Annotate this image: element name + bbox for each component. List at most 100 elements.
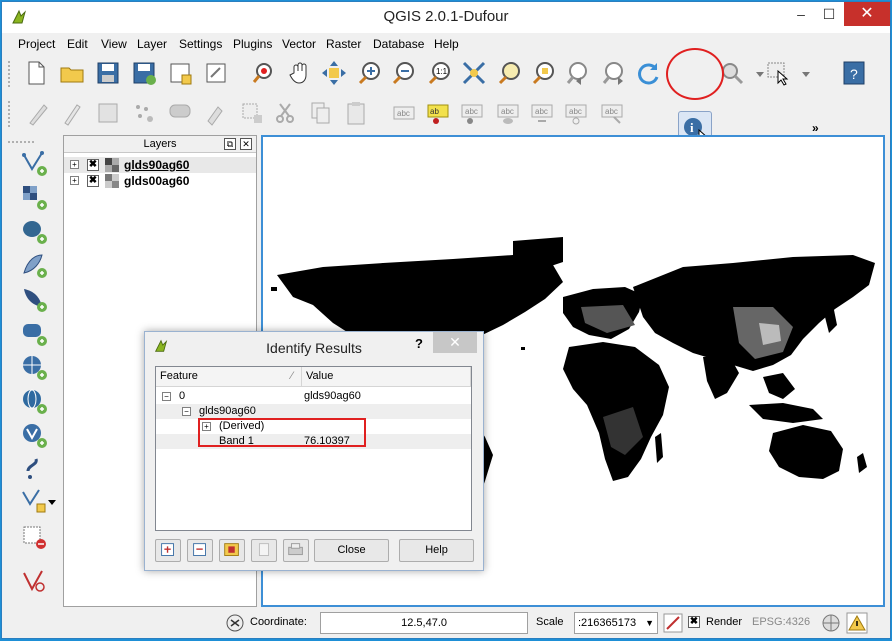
- current-edits-icon[interactable]: [24, 99, 52, 127]
- new-layer-dropdown-icon[interactable]: [46, 491, 58, 519]
- maximize-button[interactable]: ☐: [814, 2, 844, 26]
- copy-features-dialog-icon[interactable]: [251, 539, 277, 562]
- tree-collapse-icon[interactable]: −: [182, 407, 191, 416]
- zoom-out-icon[interactable]: [390, 59, 418, 87]
- messages-icon[interactable]: [224, 612, 246, 634]
- layer-expand-icon[interactable]: +: [70, 176, 79, 185]
- render-toggle[interactable]: ✖ Render: [688, 612, 746, 634]
- show-hide-labels-icon[interactable]: abc: [494, 99, 522, 127]
- label-tool-icon[interactable]: abc: [390, 99, 418, 127]
- zoom-native-icon[interactable]: 1:1: [426, 59, 454, 87]
- new-shapefile-layer-icon[interactable]: [20, 487, 48, 515]
- change-label-icon[interactable]: abc: [598, 99, 626, 127]
- dialog-help-icon[interactable]: ?: [415, 336, 423, 351]
- add-vector-layer-icon[interactable]: [20, 149, 48, 177]
- measure-dropdown-icon[interactable]: [746, 59, 764, 87]
- left-toolbar-grip[interactable]: [8, 141, 34, 145]
- refresh-icon[interactable]: [634, 59, 662, 87]
- close-dialog-button[interactable]: Close: [314, 539, 389, 562]
- pin-labels-icon[interactable]: ab: [424, 99, 452, 127]
- menu-layer[interactable]: Layer: [137, 37, 167, 51]
- zoom-full-icon[interactable]: [460, 59, 488, 87]
- render-checkbox[interactable]: ✖: [688, 616, 700, 628]
- add-feature-icon[interactable]: [130, 99, 158, 127]
- save-project-icon[interactable]: [94, 59, 122, 87]
- crs-status[interactable]: EPSG:4326: [752, 612, 810, 634]
- toggle-editing-icon[interactable]: [58, 99, 86, 127]
- menu-plugins[interactable]: Plugins: [233, 37, 272, 51]
- menu-raster[interactable]: Raster: [326, 37, 361, 51]
- panel-float-icon[interactable]: ⧉: [224, 138, 236, 150]
- projection-globe-icon[interactable]: [820, 612, 842, 634]
- toolbar-grip-2[interactable]: [8, 101, 12, 127]
- layer-visibility-checkbox[interactable]: ✖: [87, 175, 99, 187]
- zoom-next-icon[interactable]: [600, 59, 628, 87]
- paste-features-icon[interactable]: [342, 99, 370, 127]
- add-wms-layer-icon[interactable]: [20, 353, 48, 381]
- menu-settings[interactable]: Settings: [179, 37, 222, 51]
- move-label-icon[interactable]: abc: [528, 99, 556, 127]
- feature-column-header[interactable]: Feature ⁄: [156, 367, 302, 387]
- add-wcs-layer-icon[interactable]: [20, 387, 48, 415]
- add-mssql-layer-icon[interactable]: [20, 285, 48, 313]
- help-dialog-button[interactable]: Help: [399, 539, 474, 562]
- open-project-icon[interactable]: [58, 59, 86, 87]
- tree-row[interactable]: − 0 glds90ag60: [156, 389, 471, 404]
- zoom-to-selection-icon[interactable]: [530, 59, 558, 87]
- dialog-close-icon[interactable]: ✕: [433, 332, 477, 353]
- print-icon[interactable]: [283, 539, 309, 562]
- zoom-to-layer-icon[interactable]: [496, 59, 524, 87]
- whats-this-help-icon[interactable]: ?: [840, 59, 868, 87]
- pan-hand-icon[interactable]: [286, 59, 314, 87]
- pan-map-to-selection-icon[interactable]: [250, 59, 278, 87]
- collapse-all-icon[interactable]: [187, 539, 213, 562]
- menu-view[interactable]: View: [101, 37, 127, 51]
- add-spatialite-layer-icon[interactable]: [20, 251, 48, 279]
- scale-combobox[interactable]: :216365173 ▼: [574, 612, 658, 634]
- copy-features-icon[interactable]: [306, 99, 334, 127]
- save-as-icon[interactable]: [130, 59, 158, 87]
- identify-results-tree[interactable]: Feature ⁄ Value − 0 glds90ag60 − glds90ag…: [155, 366, 472, 531]
- composer-manager-icon[interactable]: [202, 59, 230, 87]
- coordinate-field[interactable]: 12.5,47.0: [320, 612, 528, 634]
- rotate-label-icon[interactable]: abc: [562, 99, 590, 127]
- value-column-header[interactable]: Value: [302, 367, 471, 387]
- new-project-icon[interactable]: [22, 59, 50, 87]
- zoom-in-icon[interactable]: [356, 59, 384, 87]
- layer-item[interactable]: + ✖ glds90ag60: [64, 157, 256, 173]
- close-button[interactable]: ✕: [844, 2, 890, 26]
- layer-expand-icon[interactable]: +: [70, 160, 79, 169]
- layer-item[interactable]: + ✖ glds00ag60: [64, 173, 256, 189]
- add-oracle-layer-icon[interactable]: [20, 319, 48, 347]
- expand-all-icon[interactable]: [155, 539, 181, 562]
- pan-to-selection-icon[interactable]: [320, 59, 348, 87]
- warning-icon[interactable]: [846, 612, 868, 634]
- new-print-composer-icon[interactable]: [166, 59, 194, 87]
- add-raster-layer-icon[interactable]: [20, 183, 48, 211]
- add-delimited-text-layer-icon[interactable]: [20, 455, 48, 483]
- move-feature-icon[interactable]: [166, 99, 194, 127]
- cut-features-icon[interactable]: [272, 99, 300, 127]
- minimize-button[interactable]: –: [786, 2, 816, 26]
- menu-edit[interactable]: Edit: [67, 37, 88, 51]
- menu-project[interactable]: Project: [18, 37, 55, 51]
- toolbar-grip[interactable]: [8, 61, 12, 87]
- layer-visibility-checkbox[interactable]: ✖: [87, 159, 99, 171]
- tree-row[interactable]: − glds90ag60: [156, 404, 471, 419]
- panel-close-icon[interactable]: ✕: [240, 138, 252, 150]
- node-tool-icon[interactable]: [202, 99, 230, 127]
- save-edits-icon[interactable]: [94, 99, 122, 127]
- highlight-pinned-labels-icon[interactable]: abc: [458, 99, 486, 127]
- add-postgis-layer-icon[interactable]: [20, 217, 48, 245]
- remove-layer-icon[interactable]: [20, 523, 48, 551]
- open-attribute-table-icon[interactable]: [219, 539, 245, 562]
- add-wfs-layer-icon[interactable]: [20, 421, 48, 449]
- menu-database[interactable]: Database: [373, 37, 424, 51]
- delete-selected-icon[interactable]: [238, 99, 266, 127]
- menu-help[interactable]: Help: [434, 37, 459, 51]
- select-dropdown-icon[interactable]: [792, 59, 810, 87]
- tree-collapse-icon[interactable]: −: [162, 392, 171, 401]
- zoom-last-icon[interactable]: [564, 59, 592, 87]
- select-features-icon[interactable]: [764, 59, 792, 87]
- add-virtual-layer-icon[interactable]: [20, 567, 48, 595]
